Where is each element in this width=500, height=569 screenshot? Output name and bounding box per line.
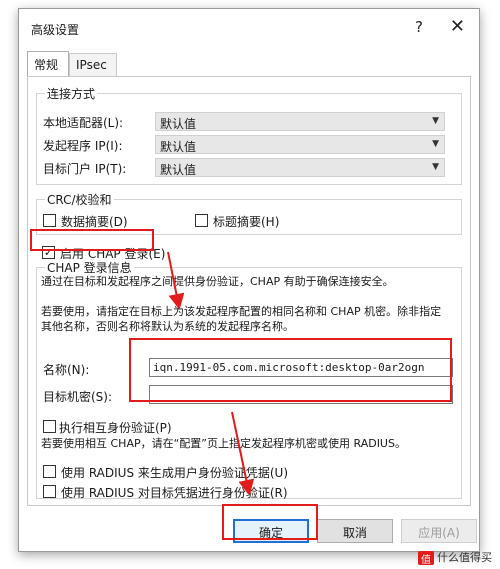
annotation-arrows [167, 251, 255, 496]
arrow-to-ok-button [231, 411, 255, 496]
watermark-logo: 值 [418, 551, 434, 566]
arrow-to-name-field [167, 251, 185, 310]
watermark-text: 什么值得买 [437, 551, 492, 564]
watermark: 值什么值得买 [418, 549, 492, 566]
